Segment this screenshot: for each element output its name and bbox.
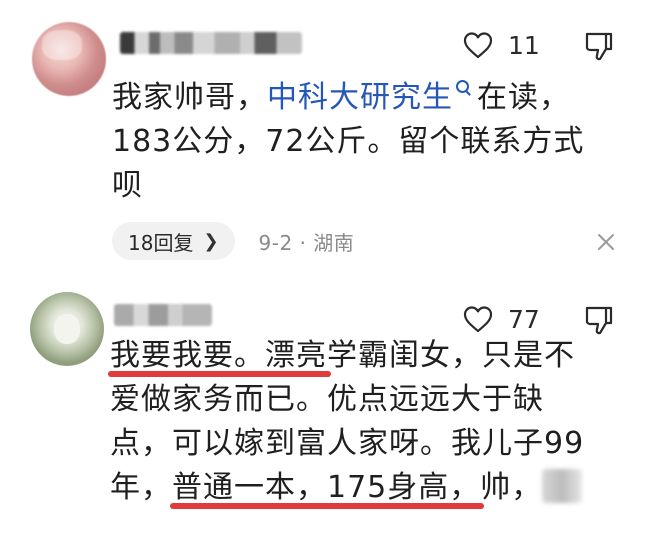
underlined-text: 我要我要。漂亮 <box>110 338 327 373</box>
like-button[interactable]: 11 <box>462 30 540 60</box>
like-count: 77 <box>508 304 540 334</box>
comment-date-location: 9-2 · 湖南 <box>258 230 355 255</box>
comment-text-part: 在读， <box>477 80 570 115</box>
comment-text-line: 爱做家务而已。优点远远大于缺 <box>110 382 544 417</box>
comment-text: 我要我要。漂亮学霸闺女，只是不 爱做家务而已。优点远远大于缺 点，可以嫁到富人家… <box>110 334 630 510</box>
comment-list: 11 我家帅哥，中科大研究生 在读， 183公分，72公斤。留个联系方式 呗 18… <box>0 0 650 553</box>
username-blurred[interactable] <box>114 304 212 326</box>
username-blurred[interactable] <box>120 32 302 54</box>
avatar[interactable] <box>30 292 104 366</box>
comment-text-part: 帅， <box>480 470 543 505</box>
comment-item: 11 我家帅哥，中科大研究生 在读， 183公分，72公斤。留个联系方式 呗 18… <box>0 0 650 270</box>
underlined-text: 普通一本，175身高， <box>172 470 481 505</box>
keyword-link[interactable]: 中科大研究生 <box>267 80 453 115</box>
like-button[interactable]: 77 <box>462 304 540 334</box>
replies-button[interactable]: 18回复 ❯ <box>112 222 235 260</box>
replies-label: 18回复 <box>128 230 194 255</box>
close-icon[interactable] <box>596 232 616 252</box>
comment-text-line: 183公分，72公斤。留个联系方式 <box>112 124 585 159</box>
comment-meta: 18回复 ❯ 9-2 · 湖南 <box>112 222 354 260</box>
avatar[interactable] <box>32 22 106 96</box>
chevron-right-icon: ❯ <box>203 230 219 252</box>
comment-text-part: 我家帅哥， <box>112 80 267 115</box>
comment-text-part: 年， <box>110 470 172 505</box>
comment-text: 我家帅哥，中科大研究生 在读， 183公分，72公斤。留个联系方式 呗 <box>112 76 632 208</box>
comment-item: 77 我要我要。漂亮学霸闺女，只是不 爱做家务而已。优点远远大于缺 点，可以嫁到… <box>0 278 650 553</box>
like-count: 11 <box>508 30 540 60</box>
comment-text-line: 呗 <box>112 168 143 203</box>
heart-outline-icon <box>463 32 493 59</box>
heart-outline-icon <box>463 306 493 333</box>
search-icon <box>456 80 469 93</box>
thumbs-down-icon[interactable] <box>584 30 614 62</box>
comment-text-line: 点，可以嫁到富人家呀。我儿子99 <box>110 426 585 461</box>
comment-text-part: 学霸闺女，只是不 <box>327 338 575 373</box>
blurred-text <box>542 469 583 503</box>
thumbs-down-icon[interactable] <box>584 304 614 336</box>
